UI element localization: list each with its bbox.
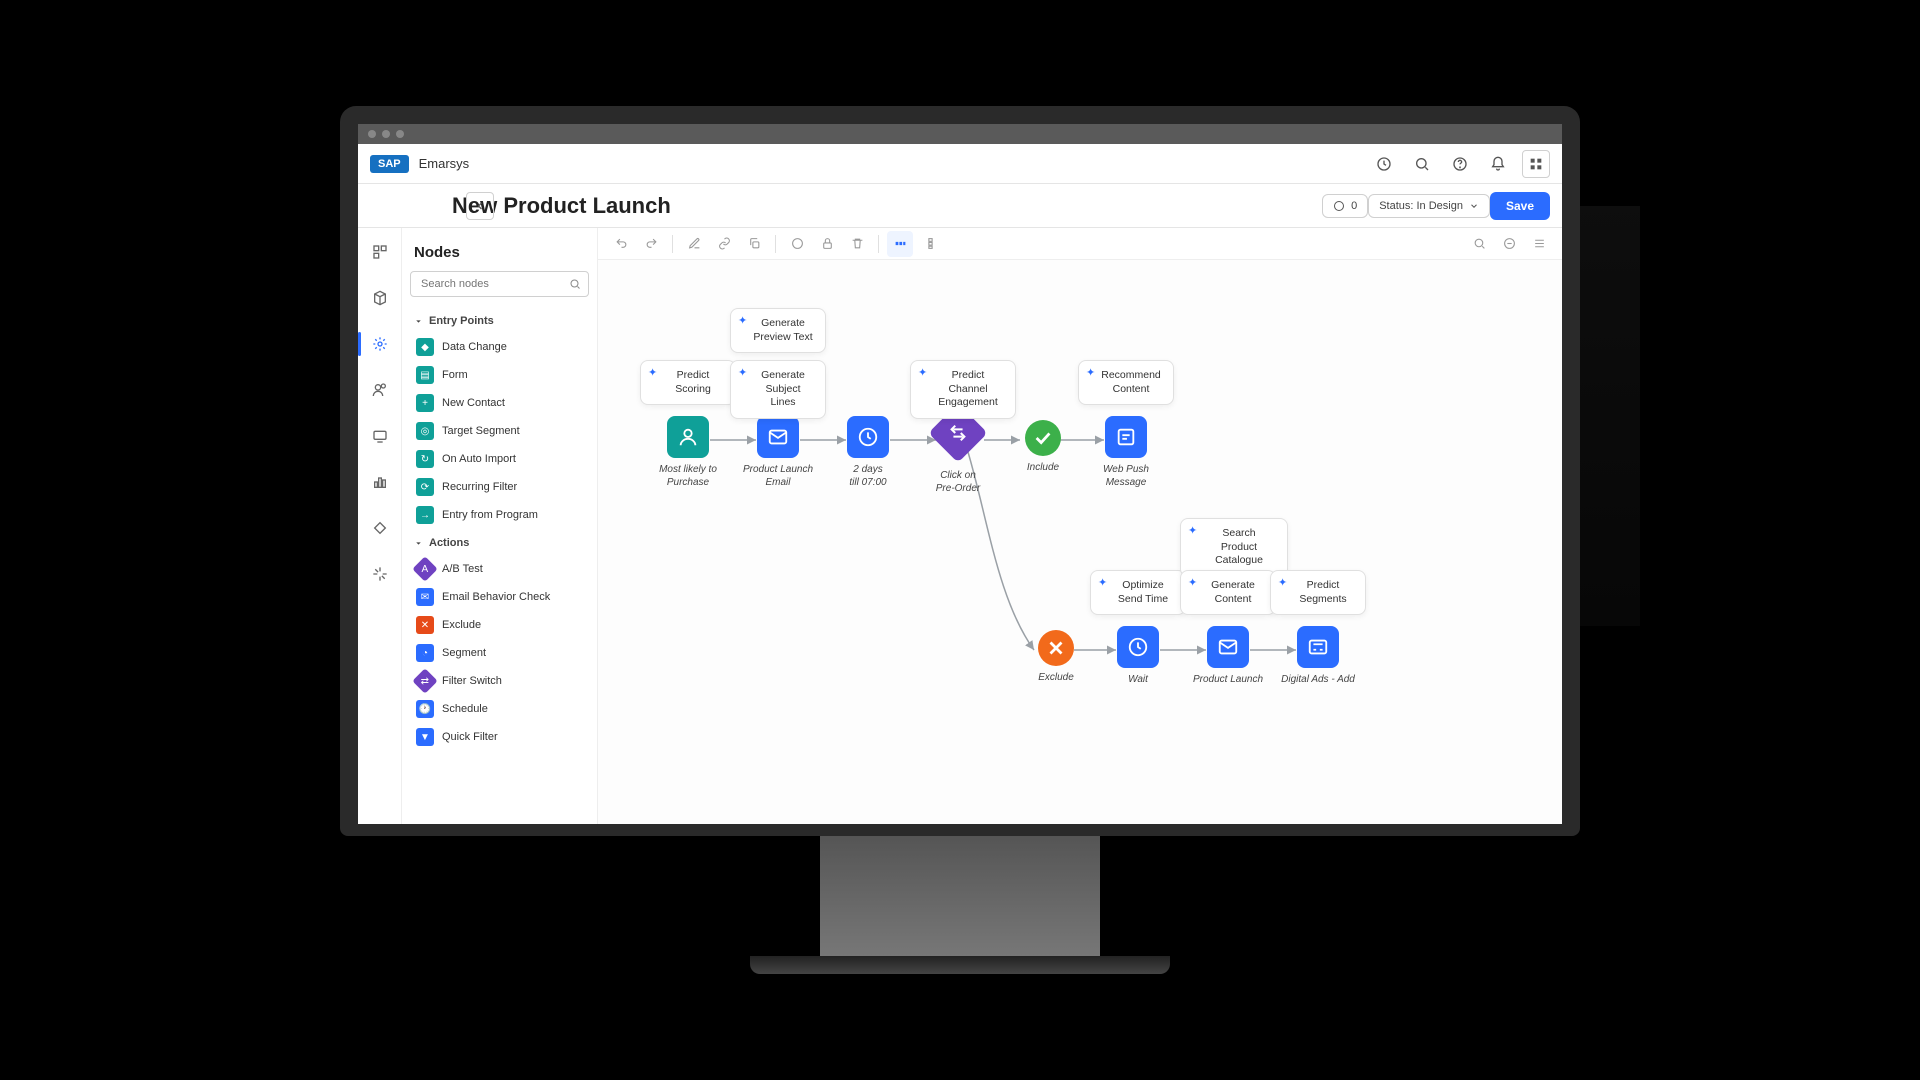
top-bar: SAP Emarsys [358, 144, 1562, 184]
ai-optimize-sendtime[interactable]: OptimizeSend Time [1090, 570, 1186, 615]
lock-icon[interactable] [814, 231, 840, 257]
rail-addons-icon[interactable] [366, 560, 394, 588]
x-icon [1038, 630, 1074, 666]
ai-recommend-content[interactable]: RecommendContent [1078, 360, 1174, 405]
flow-node-ads[interactable]: Digital Ads - Add [1273, 626, 1363, 687]
errors-count: 0 [1351, 200, 1357, 212]
node-exclude[interactable]: ✕Exclude [410, 611, 589, 639]
canvas-toolbar [598, 228, 1562, 260]
panel-title: Nodes [410, 240, 589, 271]
ai-subject-lines[interactable]: GenerateSubject Lines [730, 360, 826, 419]
node-data-change[interactable]: ◆Data Change [410, 333, 589, 361]
group-entry-points[interactable]: Entry Points [410, 307, 589, 333]
group-icon[interactable] [784, 231, 810, 257]
notifications-icon[interactable] [1484, 150, 1512, 178]
layout-vertical-icon[interactable] [917, 231, 943, 257]
ai-generate-content[interactable]: GenerateContent [1180, 570, 1276, 615]
node-new-contact[interactable]: +New Contact [410, 389, 589, 417]
node-form[interactable]: ▤Form [410, 361, 589, 389]
node-entry-program[interactable]: →Entry from Program [410, 501, 589, 529]
delete-icon[interactable] [844, 231, 870, 257]
rail-tag-icon[interactable] [366, 514, 394, 542]
node-segment[interactable]: ◔Segment [410, 639, 589, 667]
ai-channel-engagement[interactable]: Predict ChannelEngagement [910, 360, 1016, 419]
flow-node-decision[interactable]: Click onPre-Order [913, 412, 1003, 495]
search-icon[interactable] [1408, 150, 1436, 178]
node-ab-test[interactable]: AA/B Test [410, 555, 589, 583]
flow-node-exclude[interactable]: Exclude [1011, 630, 1101, 685]
group-actions[interactable]: Actions [410, 529, 589, 555]
flow-node-include[interactable]: Include [998, 420, 1088, 475]
flow-node-webpush[interactable]: Web PushMessage [1081, 416, 1171, 489]
errors-pill[interactable]: 0 [1322, 194, 1368, 218]
save-button[interactable]: Save [1490, 192, 1550, 220]
person-icon [667, 416, 709, 458]
mac-titlebar [358, 124, 1562, 144]
status-dropdown[interactable]: Status: In Design [1368, 194, 1490, 218]
nodes-panel: Nodes Entry Points ◆Data Change ▤Form +N… [402, 228, 598, 824]
ads-icon [1297, 626, 1339, 668]
flow-node-wait[interactable]: Wait [1093, 626, 1183, 687]
push-icon [1105, 416, 1147, 458]
group-label: Entry Points [429, 315, 494, 327]
rail-analytics-icon[interactable] [366, 468, 394, 496]
clock-icon [847, 416, 889, 458]
group-label: Actions [429, 537, 469, 549]
node-auto-import[interactable]: ↻On Auto Import [410, 445, 589, 473]
ai-preview-text[interactable]: GeneratePreview Text [730, 308, 826, 353]
undo-icon[interactable] [608, 231, 634, 257]
node-filter-switch[interactable]: ⇄Filter Switch [410, 667, 589, 695]
chevron-down-icon [1469, 201, 1479, 211]
page-bar: New Product Launch 0 Status: In Design S… [358, 184, 1562, 228]
link-icon[interactable] [711, 231, 737, 257]
mail-icon [757, 416, 799, 458]
ai-assistant-icon[interactable] [1370, 150, 1398, 178]
flow-canvas[interactable]: Most likely toPurchase Product LaunchEma… [598, 260, 1562, 824]
flow-node-wait-2d[interactable]: 2 daystill 07:00 [823, 416, 913, 489]
rail-contacts-icon[interactable] [366, 376, 394, 404]
side-rail [358, 228, 402, 824]
clock-icon [1117, 626, 1159, 668]
brand-name: Emarsys [419, 156, 470, 171]
ai-search-catalogue[interactable]: Search ProductCatalogue [1180, 518, 1288, 577]
traffic-light-close[interactable] [368, 130, 376, 138]
rail-cube-icon[interactable] [366, 284, 394, 312]
chevron-down-icon [414, 539, 423, 548]
canvas-area: Most likely toPurchase Product LaunchEma… [598, 228, 1562, 824]
flow-node-email[interactable]: Product LaunchEmail [733, 416, 823, 489]
search-input[interactable] [410, 271, 589, 297]
traffic-light-min[interactable] [382, 130, 390, 138]
node-target-segment[interactable]: ◎Target Segment [410, 417, 589, 445]
help-icon[interactable] [1446, 150, 1474, 178]
node-schedule[interactable]: 🕐Schedule [410, 695, 589, 723]
layout-horizontal-icon[interactable] [887, 231, 913, 257]
node-email-behavior[interactable]: ✉Email Behavior Check [410, 583, 589, 611]
rail-automation-icon[interactable] [366, 330, 394, 358]
zoom-out-icon[interactable] [1496, 231, 1522, 257]
more-icon[interactable] [1526, 231, 1552, 257]
edit-icon[interactable] [681, 231, 707, 257]
traffic-light-max[interactable] [396, 130, 404, 138]
ai-predict-segments[interactable]: PredictSegments [1270, 570, 1366, 615]
zoom-fit-icon[interactable] [1466, 231, 1492, 257]
node-recurring-filter[interactable]: ⟳Recurring Filter [410, 473, 589, 501]
sap-logo: SAP [370, 155, 409, 173]
flow-node-segment[interactable]: Most likely toPurchase [643, 416, 733, 489]
mail-icon [1207, 626, 1249, 668]
node-quick-filter[interactable]: ▼Quick Filter [410, 723, 589, 751]
flow-node-email-2[interactable]: Product Launch [1183, 626, 1273, 687]
back-button[interactable] [466, 192, 494, 220]
chevron-down-icon [414, 317, 423, 326]
check-icon [1025, 420, 1061, 456]
redo-icon[interactable] [638, 231, 664, 257]
rail-dashboard-icon[interactable] [366, 238, 394, 266]
status-label: Status: In Design [1379, 200, 1463, 212]
ai-predict-scoring[interactable]: PredictScoring [640, 360, 736, 405]
search-icon [569, 278, 581, 290]
rail-channels-icon[interactable] [366, 422, 394, 450]
copy-icon[interactable] [741, 231, 767, 257]
apps-grid-icon[interactable] [1522, 150, 1550, 178]
